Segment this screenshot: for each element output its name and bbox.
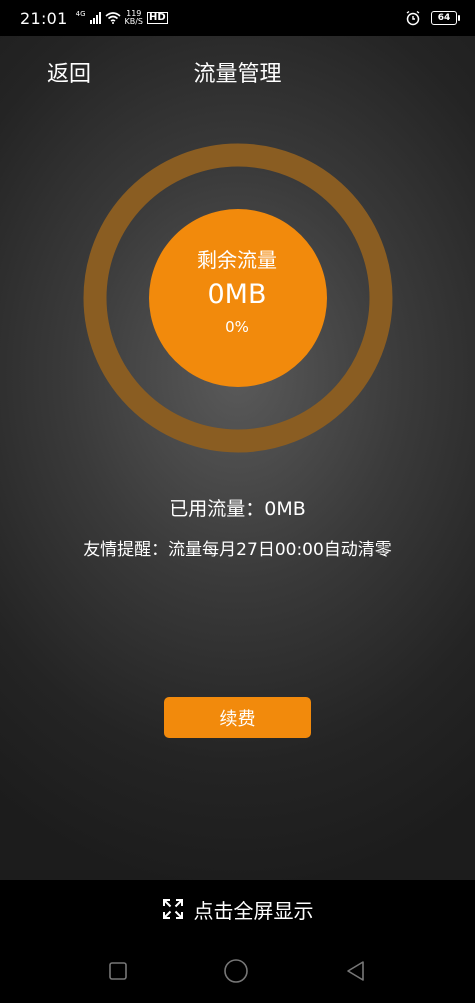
status-icons: 4G 119 KB/S HD bbox=[76, 10, 168, 26]
back-icon bbox=[347, 960, 364, 981]
wifi-icon bbox=[104, 12, 121, 24]
expand-icon bbox=[162, 899, 183, 919]
recent-apps-button[interactable] bbox=[108, 961, 128, 981]
fullscreen-label: 点击全屏显示 bbox=[193, 898, 314, 923]
main-content: 返回 流量管理 剩余流量 0MB 0% 已用流量：0MB 友情提醒：流量每月27… bbox=[0, 36, 475, 880]
home-button[interactable] bbox=[223, 958, 249, 984]
status-right: 64 bbox=[405, 10, 460, 26]
fullscreen-button[interactable]: 点击全屏显示 bbox=[0, 880, 475, 938]
battery-icon: 64 bbox=[431, 11, 460, 25]
page-title: 流量管理 bbox=[193, 62, 282, 87]
renew-button[interactable]: 续费 bbox=[164, 697, 311, 738]
recent-apps-icon bbox=[109, 961, 127, 980]
signal-icon bbox=[89, 12, 101, 24]
home-icon bbox=[224, 958, 249, 983]
alarm-icon bbox=[406, 10, 420, 26]
status-bar: 21:01 4G 119 KB/S HD 64 bbox=[0, 0, 475, 36]
hd-badge: HD bbox=[147, 12, 168, 24]
status-time: 21:01 bbox=[20, 8, 68, 28]
network-speed: 119 KB/S bbox=[125, 10, 144, 26]
system-nav-bar bbox=[0, 938, 475, 1003]
traffic-gauge bbox=[83, 143, 393, 453]
gauge-center bbox=[149, 209, 327, 387]
nav-bar: 返回 流量管理 bbox=[0, 36, 475, 104]
network-type-label: 4G bbox=[75, 10, 86, 18]
used-traffic-text: 已用流量：0MB bbox=[169, 498, 306, 520]
system-back-button[interactable] bbox=[345, 960, 367, 982]
reset-tip-text: 友情提醒：流量每月27日00:00自动清零 bbox=[83, 540, 392, 560]
speed-unit: KB/S bbox=[124, 17, 144, 26]
battery-level: 64 bbox=[437, 13, 451, 23]
status-left: 21:01 4G 119 KB/S HD bbox=[20, 9, 168, 28]
